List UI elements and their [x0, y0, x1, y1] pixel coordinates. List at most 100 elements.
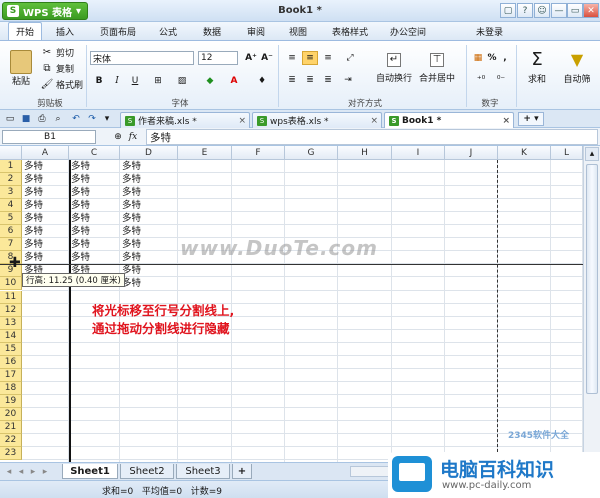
sheet-tab-3[interactable]: Sheet3	[176, 464, 230, 479]
menu-insert[interactable]: 插入	[48, 22, 82, 40]
column-header-d[interactable]: D	[120, 146, 178, 160]
close-tab-icon[interactable]: ×	[502, 116, 510, 126]
align-bottom-button[interactable]: ≡	[320, 51, 336, 65]
feedback-button[interactable]: ☺	[534, 3, 550, 18]
column-header-c[interactable]: C	[69, 146, 120, 160]
font-name-select[interactable]: 宋体	[90, 51, 194, 65]
scroll-up-icon[interactable]: ▴	[585, 147, 599, 161]
copy-button[interactable]: ⧉ 复制	[40, 61, 74, 75]
menu-page-layout[interactable]: 页面布局	[94, 22, 142, 40]
cell-a6[interactable]: 多特	[24, 226, 43, 237]
menu-formula[interactable]: 公式	[152, 22, 184, 40]
sheet-tab-2[interactable]: Sheet2	[120, 464, 174, 479]
column-header-i[interactable]: I	[392, 146, 445, 160]
row-header-15[interactable]: 15	[0, 342, 22, 356]
fx-button[interactable]: fx	[126, 131, 140, 143]
underline-button[interactable]: U	[128, 73, 142, 89]
column-header-h[interactable]: H	[338, 146, 392, 160]
add-sheet-button[interactable]: +	[232, 464, 252, 479]
save-icon[interactable]: ■	[20, 113, 32, 125]
doc-tab-author[interactable]: S 作者来稿.xls * ×	[120, 112, 250, 128]
column-header-g[interactable]: G	[285, 146, 338, 160]
row-header-2[interactable]: 2	[0, 173, 22, 187]
column-header-f[interactable]: F	[232, 146, 285, 160]
column-header-j[interactable]: J	[445, 146, 498, 160]
column-header-a[interactable]: A	[22, 146, 69, 160]
align-center-button[interactable]: ≣	[302, 73, 318, 87]
column-header-k[interactable]: K	[498, 146, 551, 160]
close-tab-icon[interactable]: ×	[238, 116, 246, 126]
doc-tab-book1[interactable]: S Book1 * ×	[384, 112, 514, 128]
align-right-button[interactable]: ≣	[320, 73, 336, 87]
select-all-corner[interactable]	[0, 146, 22, 160]
row-header-10[interactable]: 10	[0, 277, 22, 291]
cell-d7[interactable]: 多特	[122, 239, 141, 250]
cell-d1[interactable]: 多特	[122, 161, 141, 172]
preview-icon[interactable]: ⌕	[52, 113, 64, 125]
row-header-21[interactable]: 21	[0, 421, 22, 435]
column-header-l[interactable]: L	[551, 146, 583, 160]
cell-a8[interactable]: 多特	[24, 252, 43, 263]
close-button[interactable]: ✕	[583, 3, 599, 18]
cell-d2[interactable]: 多特	[122, 174, 141, 185]
row-header-23[interactable]: 23	[0, 447, 22, 461]
cell-d6[interactable]: 多特	[122, 226, 141, 237]
row-header-11[interactable]: 11	[0, 290, 22, 304]
menu-office-space[interactable]: 办公空间	[384, 22, 432, 40]
cell-a7[interactable]: 多特	[24, 239, 43, 250]
cell-c3[interactable]: 多特	[71, 187, 90, 198]
row-header-22[interactable]: 22	[0, 434, 22, 448]
zoom-icon[interactable]: ⊕	[112, 131, 124, 143]
cell-d5[interactable]: 多特	[122, 213, 141, 224]
sum-button[interactable]: Σ 求和	[522, 45, 552, 91]
currency-button[interactable]: ▦	[472, 51, 484, 65]
formula-input[interactable]: 多特	[146, 129, 598, 145]
spreadsheet-grid[interactable]: ACDEFGHIJKL 1 2 3 4 5 6 7 8 9 10 11 12 13 14 15 16 17 18 1…	[0, 146, 583, 462]
cell-c8[interactable]: 多特	[71, 252, 90, 263]
font-grow-button[interactable]: A⁺	[244, 50, 258, 66]
row-header-6[interactable]: 6	[0, 225, 22, 239]
cell-a2[interactable]: 多特	[24, 174, 43, 185]
row-header-4[interactable]: 4	[0, 199, 22, 213]
first-sheet-icon[interactable]: ◂	[4, 466, 14, 477]
cut-button[interactable]: ✂ 剪切	[40, 45, 74, 59]
menu-review[interactable]: 审阅	[240, 22, 272, 40]
cell-d8[interactable]: 多特	[122, 252, 141, 263]
align-middle-button[interactable]: ≡	[302, 51, 318, 65]
vertical-scrollbar[interactable]: ▴	[583, 146, 600, 462]
row-header-7[interactable]: 7	[0, 238, 22, 252]
cell-d3[interactable]: 多特	[122, 187, 141, 198]
fill-button[interactable]: ▨	[172, 73, 192, 89]
cell-c6[interactable]: 多特	[71, 226, 90, 237]
percent-button[interactable]: %	[486, 51, 498, 65]
paste-button[interactable]: 粘贴	[6, 45, 36, 91]
italic-button[interactable]: I	[110, 73, 124, 89]
cell-c4[interactable]: 多特	[71, 200, 90, 211]
merge-center-button[interactable]: ⊤ 合并居中	[418, 45, 456, 91]
highlight-button[interactable]: ◆	[200, 73, 220, 89]
font-shrink-button[interactable]: A⁻	[260, 50, 274, 66]
menu-home[interactable]: 开始	[8, 22, 42, 40]
row-header-5[interactable]: 5	[0, 212, 22, 226]
font-size-select[interactable]: 12	[198, 51, 238, 65]
name-box[interactable]: B1	[2, 130, 96, 144]
scroll-thumb[interactable]	[586, 164, 598, 394]
row-header-17[interactable]: 17	[0, 368, 22, 382]
font-color-button[interactable]: A	[224, 73, 244, 89]
increase-decimal-button[interactable]: ⁺⁰	[472, 73, 490, 87]
column-header-e[interactable]: E	[178, 146, 232, 160]
menu-table-style[interactable]: 表格样式	[326, 22, 374, 40]
maximize-button[interactable]: ▭	[567, 3, 583, 18]
skin-button[interactable]: ▢	[500, 3, 516, 18]
cell-c7[interactable]: 多特	[71, 239, 90, 250]
redo-icon[interactable]: ↷	[86, 113, 98, 125]
decrease-decimal-button[interactable]: ⁰⁻	[492, 73, 510, 87]
print-icon[interactable]: ⎙	[36, 113, 48, 125]
new-icon[interactable]: ▭	[4, 113, 16, 125]
cell-d4[interactable]: 多特	[122, 200, 141, 211]
align-left-button[interactable]: ≣	[284, 73, 300, 87]
border-button[interactable]: ⊞	[148, 73, 168, 89]
login-status[interactable]: 未登录	[476, 25, 503, 38]
align-top-button[interactable]: ≡	[284, 51, 300, 65]
menu-data[interactable]: 数据	[196, 22, 228, 40]
